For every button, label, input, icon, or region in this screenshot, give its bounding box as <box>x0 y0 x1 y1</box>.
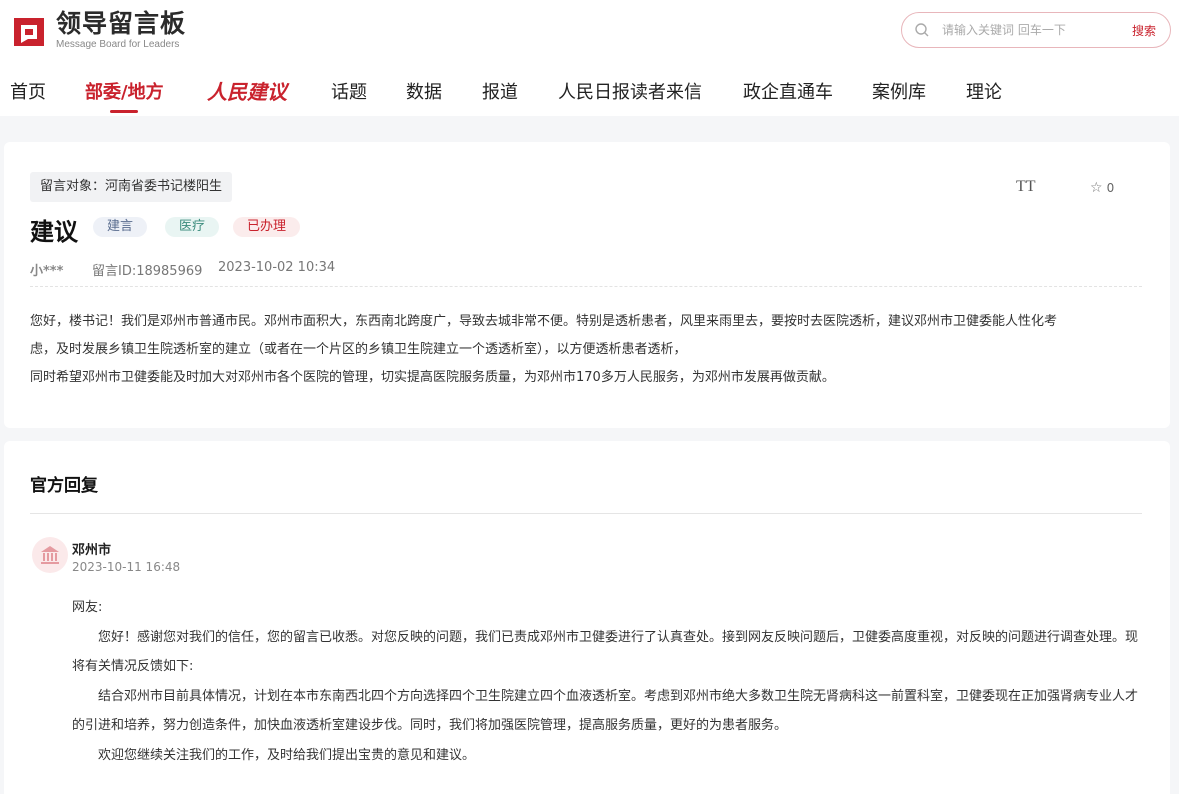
favorite-button[interactable]: ☆ 0 <box>1090 180 1114 196</box>
reply-paragraph: 您好！感谢您对我们的信任，您的留言已收悉。对您反映的问题，我们已责成邓州市卫健委… <box>72 629 1139 675</box>
official-reply-card: 官方回复 邓州市 2023-10-11 16:48 网友: 您好！感谢您对我们的… <box>4 441 1170 794</box>
message-title: 建议 <box>30 218 78 246</box>
message-content-line: 同时希望邓州市卫健委能及时加大对邓州市各个医院的管理，切实提高医院服务质量，为邓… <box>30 370 835 385</box>
nav-item-home[interactable]: 首页 <box>10 78 46 104</box>
author-name: 小*** <box>30 264 64 279</box>
tag-suggestion: 建言 <box>93 217 148 237</box>
tag-medical: 医疗 <box>165 217 220 237</box>
nav-item-theory[interactable]: 理论 <box>966 78 1002 104</box>
search-box: 搜索 <box>901 12 1171 48</box>
reply-section-title: 官方回复 <box>30 476 98 496</box>
message-card: 留言对象：河南省委书记楼阳生 TT ☆ 0 建议 建言 医疗 已办理 小*** … <box>4 142 1170 428</box>
nav-item-ministries-local[interactable]: 部委/地方 <box>85 78 164 104</box>
nav-item-people-suggestions[interactable]: 人民建议 <box>207 76 287 105</box>
reply-paragraph: 欢迎您继续关注我们的工作，及时给我们提出宝贵的意见和建议。 <box>98 747 476 763</box>
message-meta: 小*** 留言ID:18985969 2023-10-02 10:34 <box>30 260 335 279</box>
search-input[interactable] <box>942 23 1112 37</box>
search-button[interactable]: 搜索 <box>1132 22 1156 39</box>
reply-org-name: 邓州市 <box>72 543 112 558</box>
message-id: 留言ID:18985969 <box>92 264 203 279</box>
star-icon: ☆ <box>1090 180 1103 196</box>
message-target: 留言对象：河南省委书记楼阳生 <box>30 172 233 202</box>
reply-time: 2023-10-11 16:48 <box>72 560 181 574</box>
search-icon <box>914 22 930 38</box>
message-content: 您好，楼书记！我们是邓州市普通市民。邓州市面积大，东西南北跨度广，导致去城非常不… <box>30 308 1144 392</box>
font-size-icon[interactable]: TT <box>1016 178 1036 196</box>
logo-subtitle: Message Board for Leaders <box>56 39 180 50</box>
divider <box>30 513 1142 514</box>
reply-paragraph: 结合邓州市目前具体情况，计划在本市东南西北四个方向选择四个卫生院建立四个血液透析… <box>72 688 1139 734</box>
message-content-line: 虑，及时发展乡镇卫生院透析室的建立（或者在一个片区的乡镇卫生院建立一个透透析室）… <box>30 342 687 357</box>
favorite-count: 0 <box>1106 181 1115 195</box>
nav-item-reports[interactable]: 报道 <box>482 78 518 104</box>
nav-item-business-direct[interactable]: 政企直通车 <box>743 78 833 104</box>
site-logo[interactable]: 领导留言板 Message Board for Leaders <box>10 10 186 51</box>
reply-body: 网友: 您好！感谢您对我们的信任，您的留言已收悉。对您反映的问题，我们已责成邓州… <box>72 593 1144 770</box>
nav-item-topics[interactable]: 话题 <box>331 78 367 104</box>
reply-greeting: 网友: <box>72 600 103 615</box>
message-time: 2023-10-02 10:34 <box>218 260 336 275</box>
logo-title: 领导留言板 <box>56 9 187 38</box>
main-nav: 首页 部委/地方 人民建议 话题 数据 报道 人民日报读者来信 政企直通车 案例… <box>0 72 1179 116</box>
site-header: 领导留言板 Message Board for Leaders 搜索 首页 部委… <box>0 0 1179 116</box>
divider <box>30 286 1142 287</box>
nav-active-indicator <box>110 110 138 113</box>
government-building-icon <box>32 537 68 573</box>
nav-item-case-library[interactable]: 案例库 <box>872 78 926 104</box>
nav-item-readers-letters[interactable]: 人民日报读者来信 <box>558 78 702 104</box>
status-badge: 已办理 <box>233 217 301 237</box>
message-content-line: 您好，楼书记！我们是邓州市普通市民。邓州市面积大，东西南北跨度广，导致去城非常不… <box>30 314 1058 329</box>
logo-mark-icon <box>10 12 48 50</box>
nav-item-data[interactable]: 数据 <box>406 78 442 104</box>
